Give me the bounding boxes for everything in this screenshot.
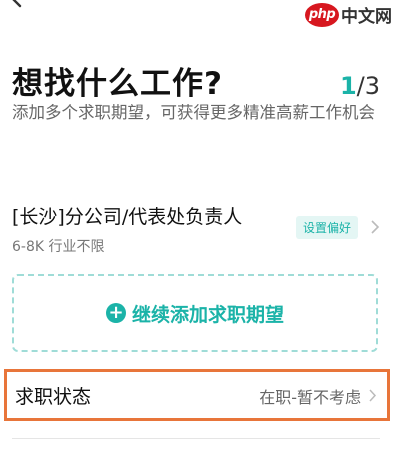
watermark-logo: php xyxy=(305,2,339,27)
add-expectation-label: 继续添加求职期望 xyxy=(131,303,284,326)
job-meta: 6-8K 行业不限 xyxy=(12,239,105,255)
step-current: 1 xyxy=(339,72,357,100)
header: 想找什么工作? 1/3 xyxy=(12,58,380,103)
job-title: [长沙]分公司/代表处负责人 xyxy=(12,206,243,228)
page-title: 想找什么工作? xyxy=(12,66,223,102)
job-expectation-item[interactable]: [长沙]分公司/代表处负责人 6-8K 行业不限 设置偏好 xyxy=(12,196,380,262)
job-status-row[interactable]: 求职状态 在职-暂不考虑 xyxy=(4,369,390,421)
back-arrow-icon[interactable] xyxy=(6,0,26,8)
job-status-label: 求职状态 xyxy=(15,386,92,408)
watermark: php 中文网 xyxy=(305,2,392,27)
chevron-right-icon xyxy=(371,220,380,234)
step-total: /3 xyxy=(356,72,380,100)
watermark-text: 中文网 xyxy=(341,7,392,27)
job-status-value: 在职-暂不考虑 xyxy=(259,388,361,407)
set-preference-button[interactable]: 设置偏好 xyxy=(295,216,358,239)
plus-circle-icon: + xyxy=(105,303,126,323)
step-indicator: 1/3 xyxy=(340,72,380,100)
page-subtitle: 添加多个求职期望，可获得更多精准高薪工作机会 xyxy=(12,103,375,122)
job-preference-page: php 中文网 想找什么工作? 1/3 添加多个求职期望，可获得更多精准高薪工作… xyxy=(0,0,400,476)
add-expectation-button[interactable]: + 继续添加求职期望 xyxy=(12,274,378,352)
divider xyxy=(12,438,380,439)
chevron-right-icon xyxy=(369,389,377,402)
